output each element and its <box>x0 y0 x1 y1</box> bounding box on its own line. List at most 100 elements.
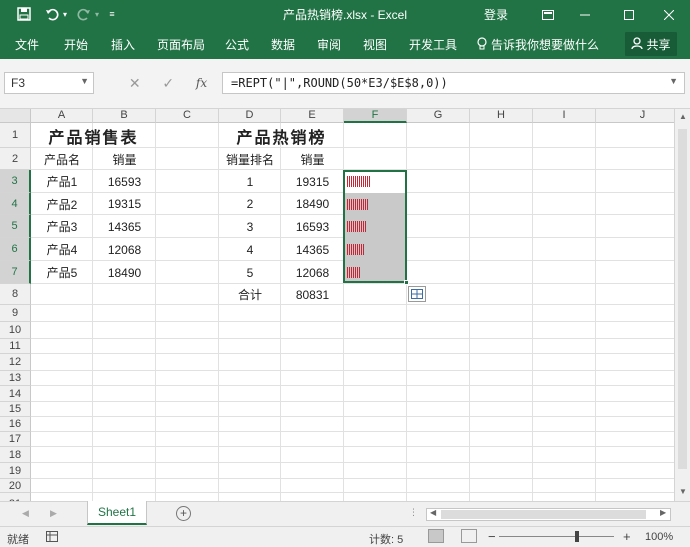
row-header-2[interactable]: 2 <box>0 148 31 170</box>
cell-table1-value[interactable]: 产品4 <box>31 238 93 261</box>
row-header-3[interactable]: 3 <box>0 170 31 193</box>
cell-total-value[interactable]: 80831 <box>281 284 344 305</box>
cell-table1-value[interactable]: 19315 <box>93 193 156 215</box>
sheet-tab-sheet1[interactable]: Sheet1 <box>87 501 147 525</box>
select-all-corner[interactable] <box>0 109 31 123</box>
row-header-19[interactable]: 19 <box>0 463 31 479</box>
cell-table2-title[interactable]: 产品热销榜 <box>219 123 344 148</box>
tab-review[interactable]: 审阅 <box>317 36 341 53</box>
column-header-c[interactable]: C <box>156 109 219 123</box>
cell-table2-value[interactable]: 16593 <box>281 215 344 238</box>
macro-record-icon[interactable] <box>46 531 58 545</box>
worksheet-grid[interactable]: 产品销售表 产品热销榜 产品名 销量 销量排名 销量 产品1 16593 产品2 19315 产品3… <box>0 109 690 501</box>
rept-bar-cell[interactable] <box>347 171 371 191</box>
cell-table1-header[interactable]: 产品名 <box>31 148 93 170</box>
cell-table2-value[interactable]: 4 <box>219 238 281 261</box>
scroll-up-icon[interactable]: ▲ <box>679 112 687 121</box>
row-header-12[interactable]: 12 <box>0 354 31 371</box>
row-header-18[interactable]: 18 <box>0 447 31 463</box>
column-header-a[interactable]: A <box>31 109 93 123</box>
tab-view[interactable]: 视图 <box>363 36 387 53</box>
column-header-h[interactable]: H <box>470 109 533 123</box>
cell-table1-title[interactable]: 产品销售表 <box>31 123 156 148</box>
cell-total-label[interactable]: 合计 <box>219 284 281 305</box>
cell-table2-header[interactable]: 销量 <box>281 148 344 170</box>
tab-data[interactable]: 数据 <box>271 36 295 53</box>
share-button[interactable]: 共享 <box>625 32 677 56</box>
enter-icon[interactable]: ✓ <box>162 75 174 92</box>
cell-table2-header[interactable]: 销量排名 <box>219 148 281 170</box>
row-header-20[interactable]: 20 <box>0 479 31 493</box>
tab-developer[interactable]: 开发工具 <box>409 36 457 53</box>
column-header-b[interactable]: B <box>93 109 156 123</box>
zoom-out-icon[interactable]: − <box>488 529 496 544</box>
cell-table2-value[interactable]: 14365 <box>281 238 344 261</box>
tell-me-search[interactable]: 告诉我你想要做什么 <box>477 36 599 53</box>
row-header-16[interactable]: 16 <box>0 417 31 432</box>
cell-table2-value[interactable]: 5 <box>219 261 281 284</box>
login-link[interactable]: 登录 <box>484 6 508 23</box>
tab-page-layout[interactable]: 页面布局 <box>157 36 205 53</box>
tab-file[interactable]: 文件 <box>15 36 39 53</box>
row-header-14[interactable]: 14 <box>0 386 31 402</box>
row-header-8[interactable]: 8 <box>0 284 31 305</box>
cell-table1-value[interactable]: 12068 <box>93 238 156 261</box>
sheet-prev-icon[interactable]: ◀ <box>22 508 29 519</box>
cell-table1-value[interactable]: 产品3 <box>31 215 93 238</box>
tab-insert[interactable]: 插入 <box>111 36 135 53</box>
sheet-next-icon[interactable]: ▶ <box>50 508 57 519</box>
close-icon[interactable] <box>652 0 686 29</box>
row-header-10[interactable]: 10 <box>0 322 31 339</box>
column-header-g[interactable]: G <box>407 109 470 123</box>
ribbon-display-icon[interactable] <box>531 0 565 29</box>
tab-formulas[interactable]: 公式 <box>225 36 249 53</box>
column-header-d[interactable]: D <box>219 109 281 123</box>
row-header-5[interactable]: 5 <box>0 215 31 238</box>
row-header-21[interactable]: 21 <box>0 493 31 501</box>
vertical-scroll-thumb[interactable] <box>678 129 687 469</box>
cell-table1-value[interactable]: 产品2 <box>31 193 93 215</box>
redo-dropdown-icon[interactable]: ▾ <box>92 5 102 23</box>
cell-table1-value[interactable]: 产品1 <box>31 170 93 193</box>
customize-toolbar-icon[interactable]: ≡ <box>106 5 118 23</box>
insert-function-icon[interactable]: fx <box>196 76 207 90</box>
name-box-dropdown-icon[interactable]: ▼ <box>80 76 89 86</box>
quick-analysis-icon[interactable] <box>408 286 426 302</box>
vertical-scrollbar[interactable]: ▲ ▼ <box>674 109 690 501</box>
formula-input[interactable]: =REPT("|",ROUND(50*E3/$E$8,0)) ▼ <box>222 72 685 94</box>
cell-table2-value[interactable]: 2 <box>219 193 281 215</box>
normal-view-icon[interactable] <box>428 529 444 543</box>
cell-table2-value[interactable]: 1 <box>219 170 281 193</box>
rept-bar-cell[interactable] <box>347 239 365 259</box>
cell-table1-value[interactable]: 14365 <box>93 215 156 238</box>
rept-bar-cell[interactable] <box>347 262 361 282</box>
add-sheet-icon[interactable]: + <box>176 506 191 521</box>
scroll-right-icon[interactable]: ▶ <box>660 508 666 517</box>
save-icon[interactable] <box>14 5 34 23</box>
maximize-icon[interactable] <box>612 0 646 29</box>
row-header-7[interactable]: 7 <box>0 261 31 284</box>
row-header-1[interactable]: 1 <box>0 123 31 148</box>
cell-table2-value[interactable]: 18490 <box>281 193 344 215</box>
row-header-15[interactable]: 15 <box>0 402 31 417</box>
cell-table1-header[interactable]: 销量 <box>93 148 156 170</box>
horizontal-scroll-thumb[interactable] <box>441 510 646 519</box>
fill-handle[interactable] <box>404 280 409 285</box>
zoom-in-icon[interactable]: + <box>623 529 631 544</box>
row-header-6[interactable]: 6 <box>0 238 31 261</box>
zoom-slider-thumb[interactable] <box>575 531 579 542</box>
name-box[interactable]: F3 ▼ <box>4 72 94 94</box>
page-layout-view-icon[interactable] <box>461 529 477 543</box>
tab-split-handle-icon[interactable]: ⋮ <box>409 507 418 518</box>
scroll-down-icon[interactable]: ▼ <box>679 487 687 496</box>
undo-icon[interactable] <box>42 5 62 23</box>
zoom-slider[interactable] <box>499 536 614 537</box>
tab-home[interactable]: 开始 <box>64 36 88 53</box>
expand-formula-icon[interactable]: ▼ <box>669 76 678 86</box>
row-header-11[interactable]: 11 <box>0 339 31 354</box>
cell-table2-value[interactable]: 12068 <box>281 261 344 284</box>
cell-table1-value[interactable]: 18490 <box>93 261 156 284</box>
column-header-f[interactable]: F <box>344 109 407 123</box>
row-header-9[interactable]: 9 <box>0 305 31 322</box>
column-header-e[interactable]: E <box>281 109 344 123</box>
